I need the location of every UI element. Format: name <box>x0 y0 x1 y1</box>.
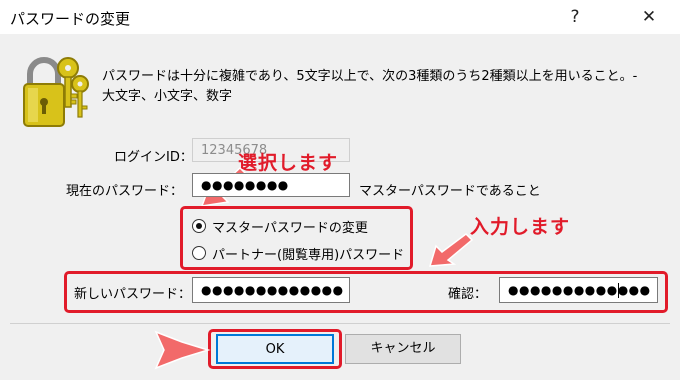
radio-master-password-label[interactable]: マスターパスワードの変更 <box>212 217 368 236</box>
text-cursor <box>618 283 619 298</box>
current-password-value: ●●●●●●●● <box>201 178 289 192</box>
lock-and-keys-icon <box>23 57 89 127</box>
dialog-body: パスワードは十分に複雑であり、5文字以上で、次の3種類のうち2種類以上を用いるこ… <box>0 34 680 380</box>
radio-partner-password-label[interactable]: パートナー(閲覧専用)パスワード <box>212 244 404 263</box>
radio-master-password[interactable] <box>192 219 206 233</box>
separator <box>10 323 670 324</box>
annotation-select: 選択します <box>238 152 339 174</box>
password-rules-text: パスワードは十分に複雑であり、5文字以上で、次の3種類のうち2種類以上を用いるこ… <box>102 67 662 107</box>
current-password-input[interactable]: ●●●●●●●● <box>192 173 350 197</box>
help-button[interactable]: ? <box>552 0 598 34</box>
new-password-input[interactable]: ●●●●●●●●●●●●● <box>192 277 350 303</box>
close-button[interactable]: ✕ <box>626 0 672 34</box>
confirm-password-value: ●●●●●●●●●●●●● <box>508 283 651 297</box>
cancel-button[interactable]: キャンセル <box>345 334 461 364</box>
window-title: パスワードの変更 <box>10 10 131 28</box>
confirm-label: 確認： <box>448 287 488 302</box>
current-password-label: 現在のパスワード： <box>66 184 184 199</box>
confirm-password-input[interactable]: ●●●●●●●●●●●●● <box>499 277 658 303</box>
title-bar: パスワードの変更 ? ✕ <box>0 0 680 34</box>
login-id-label: ログインID： <box>114 150 193 165</box>
current-password-hint: マスターパスワードであること <box>359 184 541 199</box>
new-password-label: 新しいパスワード： <box>74 287 192 302</box>
radio-partner-password[interactable] <box>192 246 206 260</box>
rules-line-2: 大文字、小文字、数字 <box>102 89 233 104</box>
ok-button[interactable]: OK <box>216 334 334 364</box>
new-password-value: ●●●●●●●●●●●●● <box>201 283 344 297</box>
annotation-arrow-ok-icon <box>154 330 211 370</box>
rules-line-1: パスワードは十分に複雑であり、5文字以上で、次の3種類のうち2種類以上を用いるこ… <box>102 69 638 84</box>
annotation-arrow-input-icon <box>428 233 474 267</box>
annotation-input: 入力します <box>470 216 571 238</box>
